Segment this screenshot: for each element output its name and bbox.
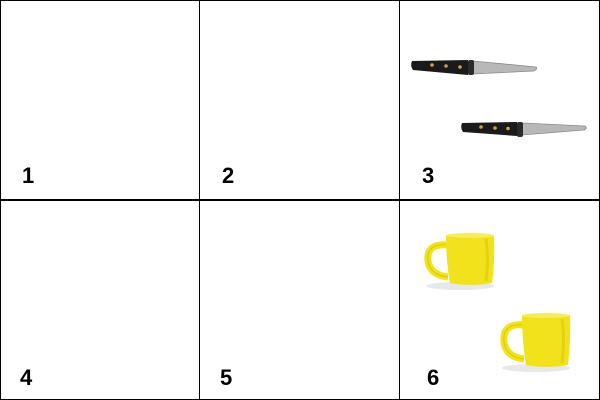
- knife-icon: [411, 60, 538, 75]
- panel-6: 6: [400, 201, 600, 400]
- mug-icon: [500, 313, 571, 372]
- grid-border: [0, 0, 1, 400]
- panel-4: 4: [0, 201, 199, 400]
- panel-number: 5: [220, 365, 233, 390]
- grid-divider-horizontal: [0, 199, 600, 201]
- panel-grid: 1 2 3 4 5 6: [0, 0, 600, 400]
- knife-icon: [461, 122, 587, 137]
- panel-number: 6: [427, 365, 440, 390]
- mug-icon: [424, 233, 495, 290]
- panel-1: 1: [0, 0, 199, 199]
- panel-number: 1: [22, 163, 35, 188]
- panel-2: 2: [200, 0, 399, 199]
- panel-5: 5: [200, 201, 399, 400]
- panel-number: 4: [20, 365, 33, 390]
- panel-number: 2: [222, 163, 235, 188]
- panel-number: 3: [422, 163, 435, 188]
- panel-3: 3: [400, 0, 600, 199]
- grid-border: [0, 0, 600, 1]
